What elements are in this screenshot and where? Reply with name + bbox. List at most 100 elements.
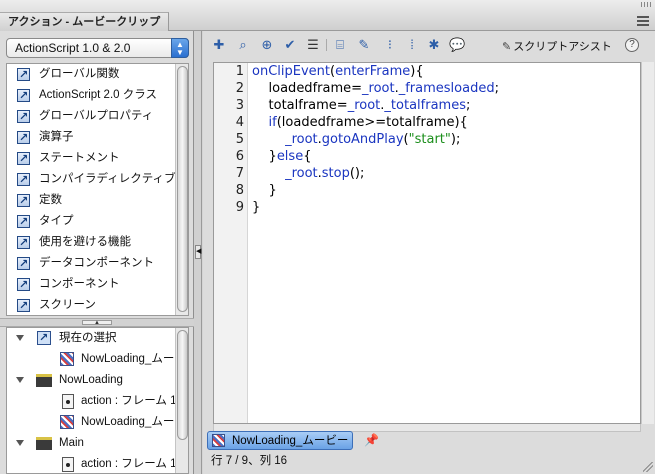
collapse-toggle-icon[interactable]: ▲: [82, 320, 112, 326]
line-number: 4: [235, 115, 244, 130]
panel-splitter[interactable]: ◀: [194, 31, 202, 474]
panel-menu-icon[interactable]: [637, 16, 649, 26]
code-line[interactable]: }: [252, 182, 277, 199]
nav-item-current-selection[interactable]: 現在の選択: [7, 328, 177, 349]
toolbox-item[interactable]: グローバル関数: [7, 64, 177, 85]
book-icon: [17, 86, 30, 106]
pin-script-icon[interactable]: 📌: [364, 433, 379, 447]
code-hint-icon[interactable]: ⌸: [332, 37, 348, 53]
left-panel-splitter[interactable]: ▲: [0, 318, 194, 327]
expand-triangle-icon[interactable]: [16, 335, 24, 341]
navigator-scrollbar[interactable]: [175, 328, 188, 473]
expand-all-icon[interactable]: ✱: [426, 37, 442, 53]
nav-item-frame[interactable]: action : フレーム 1: [7, 454, 177, 473]
language-version-select[interactable]: ActionScript 1.0 & 2.0 ▲ ▼: [6, 38, 189, 58]
toolbox-item-label: スクリーン: [39, 299, 96, 311]
apply-comment-icon[interactable]: 💬: [449, 37, 465, 53]
script-tabs: NowLoading_ムービー 📌: [207, 430, 655, 452]
add-item-icon[interactable]: ✚: [211, 37, 227, 53]
debug-options-icon[interactable]: ✎: [356, 37, 372, 53]
nav-item-scene-nowloading[interactable]: NowLoading: [7, 370, 177, 391]
line-number: 1: [235, 64, 244, 79]
nav-item-label: Main: [59, 437, 84, 449]
code-line[interactable]: if(loadedframe>=totalframe){: [252, 114, 468, 131]
language-version-value: ActionScript 1.0 & 2.0: [15, 41, 131, 55]
book-icon: [17, 254, 30, 274]
code-line[interactable]: }: [252, 199, 260, 216]
line-number: 7: [235, 166, 244, 181]
toolbox-item-label: ステートメント: [39, 152, 120, 164]
book-icon: [17, 170, 30, 190]
line-number: 9: [235, 200, 244, 215]
tab-nowloading-movieclip[interactable]: NowLoading_ムービー: [207, 431, 354, 450]
toolbox-item-label: コンポーネント: [39, 278, 120, 290]
editor-scrollbar[interactable]: [641, 62, 654, 424]
target-path-icon[interactable]: ⊕: [259, 37, 275, 53]
select-arrows-icon[interactable]: ▲ ▼: [171, 38, 189, 58]
selection-icon: [37, 328, 51, 349]
toolbox-item[interactable]: タイプ: [7, 211, 177, 232]
nav-item-label: NowLoading: [59, 374, 123, 386]
collapse-left-icon[interactable]: ◀: [195, 245, 201, 259]
book-icon: [17, 191, 30, 211]
nav-item-label: NowLoading_ムービー: [81, 416, 177, 428]
find-icon[interactable]: ⌕: [235, 37, 251, 53]
panel-title[interactable]: アクション - ムービークリップ: [0, 12, 170, 31]
auto-format-icon[interactable]: ☰: [305, 37, 321, 53]
wand-icon: ✎: [502, 41, 512, 53]
nav-item-movieclip[interactable]: NowLoading_ムービー: [7, 412, 177, 433]
book-icon: [17, 212, 30, 232]
script-pane: ✚ ⌕ ⊕ ✔ ☰ ⌸ ✎ ⁝ ⁞ ✱ 💬 ✎ スクリプトアシスト ? 1 2 3…: [203, 31, 655, 474]
toolbox-item-label: ActionScript 2.0 クラス: [39, 89, 158, 101]
toolbox-item-label: 演算子: [39, 131, 74, 143]
toolbox-item-label: タイプ: [39, 215, 74, 227]
movieclip-icon: [60, 352, 74, 366]
script-assist-button[interactable]: ✎ スクリプトアシスト: [502, 38, 612, 54]
code-line[interactable]: onClipEvent(enterFrame){: [252, 63, 424, 80]
expand-triangle-icon[interactable]: [16, 440, 24, 446]
toolbox-item[interactable]: 使用を避ける機能: [7, 232, 177, 253]
line-number: 6: [235, 149, 244, 164]
navigator-scroll-thumb[interactable]: [177, 330, 188, 440]
movieclip-icon: [60, 415, 74, 429]
code-line[interactable]: _root.gotoAndPlay("start");: [252, 131, 460, 148]
toolbox-item[interactable]: グローバルプロパティ: [7, 106, 177, 127]
check-syntax-icon[interactable]: ✔: [282, 37, 298, 53]
nav-item-label: 現在の選択: [59, 332, 117, 344]
script-assist-label: スクリプトアシスト: [513, 41, 612, 53]
toolbox-scroll-thumb[interactable]: [177, 66, 188, 312]
script-toolbar: ✚ ⌕ ⊕ ✔ ☰ ⌸ ✎ ⁝ ⁞ ✱ 💬 ✎ スクリプトアシスト ?: [203, 31, 655, 59]
toolbox-item[interactable]: データコンポーネント: [7, 253, 177, 274]
code-line[interactable]: _root.stop();: [252, 165, 364, 182]
code-line[interactable]: totalframe=_root._totalframes;: [252, 97, 471, 114]
toolbox-item[interactable]: スクリーン: [7, 295, 177, 315]
nav-item-scene-main[interactable]: Main: [7, 433, 177, 454]
toolbox-item[interactable]: コンポーネント: [7, 274, 177, 295]
help-icon[interactable]: ?: [625, 38, 639, 52]
book-icon: [17, 296, 30, 315]
code-line[interactable]: }else{: [252, 148, 312, 165]
left-panel: ActionScript 1.0 & 2.0 ▲▼ グローバル関数 Action…: [0, 31, 194, 474]
toolbox-item[interactable]: ActionScript 2.0 クラス: [7, 85, 177, 106]
code-line[interactable]: loadedframe=_root._framesloaded;: [252, 80, 499, 97]
expand-triangle-icon[interactable]: [16, 377, 24, 383]
toolbox-item-label: グローバルプロパティ: [39, 110, 154, 122]
nav-item-frame[interactable]: action : フレーム 1: [7, 391, 177, 412]
nav-item-movieclip[interactable]: NowLoading_ムービー: [7, 349, 177, 370]
collapse-between-braces-icon[interactable]: ⁝: [382, 37, 398, 53]
toolbox-item[interactable]: コンパイラディレクティブ: [7, 169, 177, 190]
panel-grip[interactable]: [641, 2, 651, 7]
toolbox-item[interactable]: 定数: [7, 190, 177, 211]
nav-item-label: NowLoading_ムービー: [81, 353, 177, 365]
toolbox-item-label: データコンポーネント: [39, 257, 154, 269]
frame-icon: [62, 394, 74, 409]
code-editor[interactable]: 1 2 3 4 5 6 7 8 9 onClipEvent(enterFrame…: [213, 62, 641, 424]
toolbox-item[interactable]: ステートメント: [7, 148, 177, 169]
toolbox-item[interactable]: 演算子: [7, 127, 177, 148]
book-icon: [17, 128, 30, 148]
book-icon: [17, 149, 30, 169]
toolbox-scrollbar[interactable]: [175, 64, 188, 315]
script-navigator: 現在の選択 NowLoading_ムービー NowLoading action …: [6, 327, 189, 474]
collapse-selection-icon[interactable]: ⁞: [404, 37, 420, 53]
resize-grip-icon[interactable]: [643, 462, 653, 472]
